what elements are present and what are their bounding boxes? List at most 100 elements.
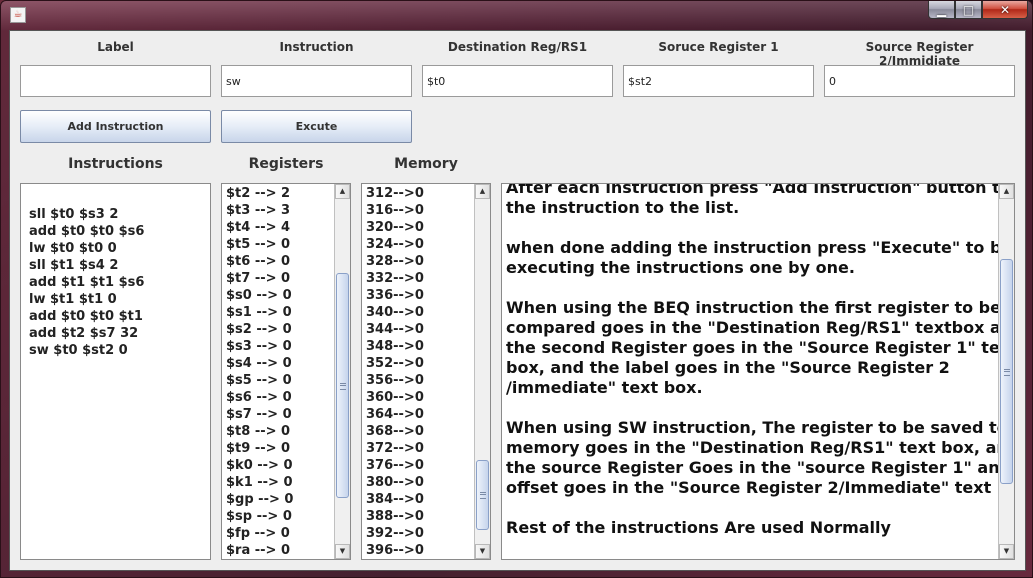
instruction-item[interactable]: add $t1 $t1 $s6 — [29, 274, 144, 291]
help-text-line — [506, 218, 1014, 238]
memory-item[interactable]: 376-->0 — [366, 457, 424, 474]
register-item[interactable]: $s4 --> 0 — [226, 355, 293, 372]
memory-item[interactable]: 324-->0 — [366, 236, 424, 253]
label-input[interactable] — [20, 65, 211, 97]
destination-input[interactable] — [422, 65, 613, 97]
memory-item[interactable]: 392-->0 — [366, 525, 424, 542]
memory-item[interactable]: 332-->0 — [366, 270, 424, 287]
help-text-line: box, and the label goes in the "Source R… — [506, 358, 950, 377]
app-window: ☕ ▁ □ ✕ Label Instruction Destination Re… — [0, 0, 1033, 578]
memory-item[interactable]: 384-->0 — [366, 491, 424, 508]
memory-item[interactable]: 388-->0 — [366, 508, 424, 525]
help-text-area[interactable]: After each instruction press "Add Instru… — [501, 183, 1015, 560]
register-item[interactable]: $s7 --> 0 — [226, 406, 293, 423]
help-scrollbar[interactable]: ▲ ▼ — [998, 184, 1014, 559]
instruction-item[interactable]: add $t0 $t0 $t1 — [29, 308, 144, 325]
register-item[interactable]: $t2 --> 2 — [226, 185, 293, 202]
registers-scroll-thumb[interactable] — [336, 273, 349, 498]
help-scroll-thumb[interactable] — [1000, 259, 1013, 484]
register-item[interactable]: $s6 --> 0 — [226, 389, 293, 406]
memory-item[interactable]: 312-->0 — [366, 185, 424, 202]
register-item[interactable]: $s3 --> 0 — [226, 338, 293, 355]
help-text-line: When using SW instruction, The register … — [506, 418, 1008, 437]
register-item[interactable]: $fp --> 0 — [226, 525, 293, 542]
help-text-line: the second Register goes in the "Source … — [506, 338, 1015, 357]
register-item[interactable]: $t3 --> 3 — [226, 202, 293, 219]
scroll-up-arrow-icon[interactable]: ▲ — [335, 184, 350, 199]
help-text-line: After each instruction press "Add Instru… — [506, 183, 1015, 197]
memory-item[interactable]: 356-->0 — [366, 372, 424, 389]
title-bar[interactable]: ☕ ▁ □ ✕ — [1, 1, 1033, 29]
register-item[interactable]: $t7 --> 0 — [226, 270, 293, 287]
memory-item[interactable]: 316-->0 — [366, 202, 424, 219]
memory-list[interactable]: 312-->0 316-->0 320-->0 324-->0 328-->0 332--… — [361, 183, 491, 560]
help-text-line: Rest of the instructions Are used Normal… — [506, 518, 891, 537]
scroll-up-arrow-icon[interactable]: ▲ — [999, 184, 1014, 199]
add-instruction-button[interactable]: Add Instruction — [20, 110, 211, 143]
register-item[interactable]: $k0 --> 0 — [226, 457, 293, 474]
source1-input[interactable] — [623, 65, 814, 97]
execute-button[interactable]: Excute — [221, 110, 412, 143]
instructions-list[interactable]: sll $t0 $s3 2 add $t0 $t0 $s6 lw $t0 $t0 0… — [20, 183, 211, 560]
instruction-item[interactable]: add $t0 $t0 $s6 — [29, 223, 144, 240]
memory-scroll-thumb[interactable] — [476, 460, 489, 530]
register-item[interactable]: $sp --> 0 — [226, 508, 293, 525]
help-text-line: compared goes in the "Destination Reg/RS… — [506, 318, 1015, 337]
register-item[interactable]: $s5 --> 0 — [226, 372, 293, 389]
register-item[interactable]: $s2 --> 0 — [226, 321, 293, 338]
registers-scrollbar[interactable]: ▲ ▼ — [334, 184, 350, 559]
close-button[interactable]: ✕ — [982, 1, 1028, 19]
instruction-input[interactable] — [221, 65, 412, 97]
register-item[interactable]: $k1 --> 0 — [226, 474, 293, 491]
source2-field-label: Source Register 2/Immidiate — [865, 40, 974, 68]
instruction-item[interactable]: sll $t1 $s4 2 — [29, 257, 144, 274]
memory-item[interactable]: 340-->0 — [366, 304, 424, 321]
scroll-down-arrow-icon[interactable]: ▼ — [335, 544, 350, 559]
register-item[interactable]: $gp --> 0 — [226, 491, 293, 508]
memory-item[interactable]: 360-->0 — [366, 389, 424, 406]
register-item[interactable]: $t5 --> 0 — [226, 236, 293, 253]
registers-list[interactable]: $t2 --> 2 $t3 --> 3 $t4 --> 4 $t5 --> 0 $t6 … — [221, 183, 351, 560]
register-item[interactable]: $t6 --> 0 — [226, 253, 293, 270]
source1-field-label: Soruce Register 1 — [658, 40, 779, 54]
instruction-item[interactable]: sll $t0 $s3 2 — [29, 206, 144, 223]
help-text-line — [506, 398, 1014, 418]
scroll-up-arrow-icon[interactable]: ▲ — [475, 184, 490, 199]
memory-item[interactable]: 364-->0 — [366, 406, 424, 423]
help-text-line: the instruction to the list. — [506, 198, 740, 217]
maximize-button[interactable]: □ — [955, 1, 982, 19]
memory-item[interactable]: 396-->0 — [366, 542, 424, 559]
help-text-line: the source Register Goes in the "source … — [506, 458, 1015, 477]
source2-input[interactable] — [824, 65, 1015, 97]
memory-item[interactable]: 328-->0 — [366, 253, 424, 270]
instruction-item[interactable]: lw $t1 $t1 0 — [29, 291, 144, 308]
register-item[interactable]: $s0 --> 0 — [226, 287, 293, 304]
window-controls: ▁ □ ✕ — [928, 1, 1028, 19]
memory-item[interactable]: 344-->0 — [366, 321, 424, 338]
minimize-button[interactable]: ▁ — [928, 1, 955, 19]
memory-item[interactable]: 320-->0 — [366, 219, 424, 236]
memory-item[interactable]: 348-->0 — [366, 338, 424, 355]
register-item[interactable]: $t4 --> 4 — [226, 219, 293, 236]
instruction-item[interactable]: add $t2 $s7 32 — [29, 325, 144, 342]
instructions-lines: sll $t0 $s3 2 add $t0 $t0 $s6 lw $t0 $t0 0… — [29, 206, 144, 359]
memory-item[interactable]: 336-->0 — [366, 287, 424, 304]
instruction-item[interactable]: sw $t0 $st2 0 — [29, 342, 144, 359]
register-item[interactable]: $t9 --> 0 — [226, 440, 293, 457]
register-item[interactable]: $t8 --> 0 — [226, 423, 293, 440]
register-item[interactable]: $ra --> 0 — [226, 542, 293, 559]
instruction-item[interactable]: lw $t0 $t0 0 — [29, 240, 144, 257]
memory-item[interactable]: 368-->0 — [366, 423, 424, 440]
help-text-line — [506, 498, 1014, 518]
scroll-down-arrow-icon[interactable]: ▼ — [475, 544, 490, 559]
memory-item[interactable]: 372-->0 — [366, 440, 424, 457]
instruction-field-label: Instruction — [279, 40, 354, 54]
java-cup-icon: ☕ — [10, 7, 26, 23]
help-text-line: When using the BEQ instruction the first… — [506, 298, 1001, 317]
memory-item[interactable]: 380-->0 — [366, 474, 424, 491]
memory-scrollbar[interactable]: ▲ ▼ — [474, 184, 490, 559]
memory-heading: Memory — [394, 156, 458, 172]
memory-item[interactable]: 352-->0 — [366, 355, 424, 372]
scroll-down-arrow-icon[interactable]: ▼ — [999, 544, 1014, 559]
register-item[interactable]: $s1 --> 0 — [226, 304, 293, 321]
